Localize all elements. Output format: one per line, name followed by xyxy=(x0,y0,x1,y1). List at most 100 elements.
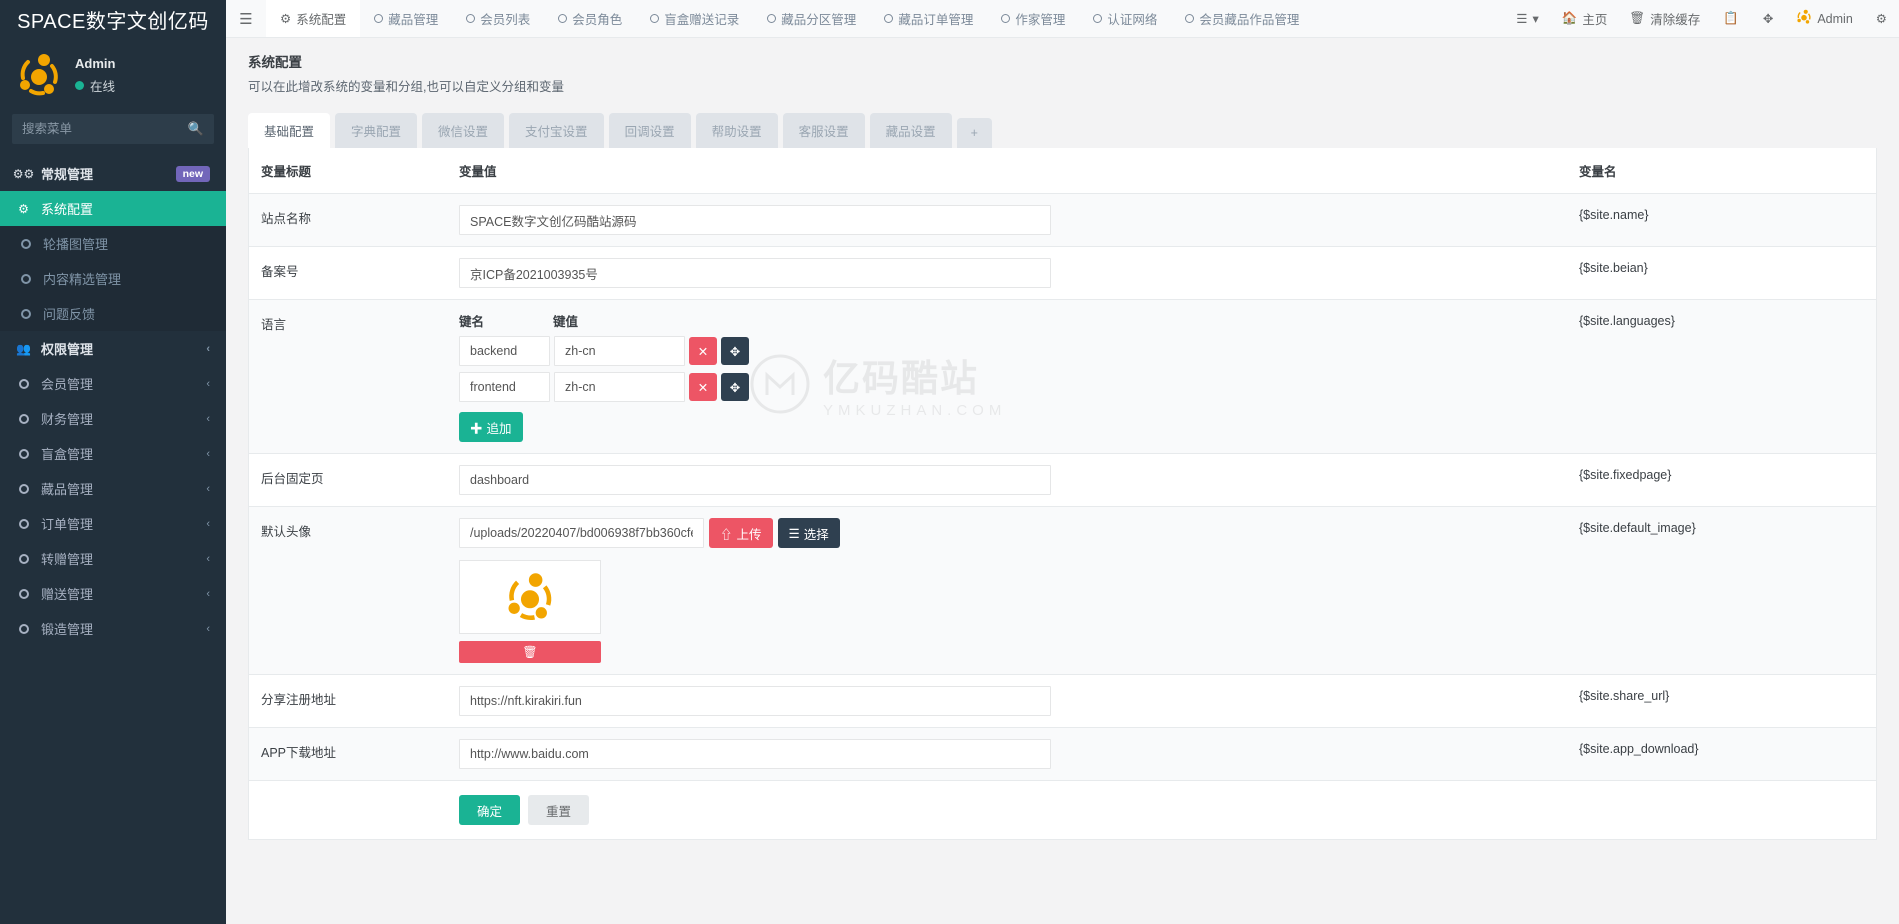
config-tab-5[interactable]: 帮助设置 xyxy=(696,113,778,148)
circle-icon xyxy=(558,12,567,26)
sidebar-item-2[interactable]: 轮播图管理 xyxy=(0,226,226,261)
topnav-tab-4[interactable]: 盲盒赠送记录 xyxy=(636,0,753,37)
page-title: 系统配置 xyxy=(248,51,1877,71)
config-table-body: 站点名称{$site.name}备案号{$site.beian}语言键名键值✕✥… xyxy=(249,194,1876,781)
search-icon[interactable]: 🔍 xyxy=(188,121,204,137)
config-value-input[interactable] xyxy=(459,258,1051,288)
topnav-tab-0[interactable]: ⚙系统配置 xyxy=(266,0,360,37)
row-label: 后台固定页 xyxy=(249,454,459,507)
keyvalue-row: ✕✥ xyxy=(459,372,1579,402)
image-delete-button[interactable]: 🗑 xyxy=(459,641,601,663)
kv-value-input[interactable] xyxy=(554,372,685,402)
sidebar-item-7[interactable]: 财务管理‹ xyxy=(0,401,226,436)
reset-button[interactable]: 重置 xyxy=(528,795,589,825)
add-keyvalue-button[interactable]: ✚追加 xyxy=(459,412,523,442)
config-tab-2[interactable]: 微信设置 xyxy=(422,113,504,148)
topnav-tab-list: ⚙系统配置 藏品管理会员列表会员角色 盲盒赠送记录藏品分区管理藏品订单管理作家管理 认… xyxy=(266,0,1504,37)
sidebar-item-6[interactable]: 会员管理‹ xyxy=(0,366,226,401)
config-tab-3[interactable]: 支付宝设置 xyxy=(509,113,604,148)
topnav-action-avatar-icon[interactable]: Admin xyxy=(1785,0,1863,37)
chevron-left-icon: ‹ xyxy=(206,553,210,565)
kv-delete-button[interactable]: ✕ xyxy=(689,337,717,365)
sidebar-item-11[interactable]: 转赠管理‹ xyxy=(0,541,226,576)
config-value-input[interactable] xyxy=(459,686,1051,716)
topnav-action-trash-icon[interactable]: 🗑清除缓存 xyxy=(1618,0,1711,37)
topnav-tab-8[interactable]: 认证网络 xyxy=(1079,0,1171,37)
table-row: 语言键名键值✕✥✕✥✚追加{$site.languages} xyxy=(249,300,1876,454)
sidebar-item-8[interactable]: 盲盒管理‹ xyxy=(0,436,226,471)
topnav-action-label: Admin xyxy=(1817,12,1852,26)
topnav-tab-1[interactable]: 藏品管理 xyxy=(360,0,452,37)
image-path-input[interactable] xyxy=(459,518,704,548)
kv-key-input[interactable] xyxy=(459,372,550,402)
circle-icon xyxy=(16,589,31,599)
circle-icon xyxy=(16,414,31,424)
topnav-tab-label: 藏品管理 xyxy=(388,9,438,28)
sidebar-item-4[interactable]: 问题反馈 xyxy=(0,296,226,331)
topnav-action-gear-icon[interactable]: ⚙ xyxy=(1864,0,1899,37)
row-label: 分享注册地址 xyxy=(249,675,459,728)
sidebar-item-12[interactable]: 赠送管理‹ xyxy=(0,576,226,611)
chevron-left-icon: ‹ xyxy=(206,518,210,530)
topnav-tab-9[interactable]: 会员藏品作品管理 xyxy=(1171,0,1313,37)
config-value-input[interactable] xyxy=(459,205,1051,235)
list-dropdown-icon: ☰ xyxy=(1516,11,1527,26)
search-input[interactable] xyxy=(22,122,188,136)
row-varname: {$site.languages} xyxy=(1579,300,1876,454)
config-value-input[interactable] xyxy=(459,465,1051,495)
sidebar-item-13[interactable]: 锻造管理‹ xyxy=(0,611,226,646)
row-value-cell xyxy=(459,247,1579,300)
sidebar-item-10[interactable]: 订单管理 ‹ xyxy=(0,506,226,541)
circle-icon xyxy=(16,449,31,459)
sidebar-item-label: 订单管理 xyxy=(41,514,196,533)
config-tab-6[interactable]: 客服设置 xyxy=(783,113,865,148)
sidebar-badge: new xyxy=(176,166,210,182)
circle-icon xyxy=(18,274,33,284)
config-tab-0[interactable]: 基础配置 xyxy=(248,113,330,148)
sidebar-item-9[interactable]: 藏品管理‹ xyxy=(0,471,226,506)
profile-name: Admin xyxy=(75,56,115,71)
kv-value-input[interactable] xyxy=(554,336,685,366)
select-button[interactable]: ☰选择 xyxy=(778,518,840,548)
topnav-tab-6[interactable]: 藏品订单管理 xyxy=(870,0,987,37)
topnav-action-fullscreen-icon[interactable]: ✥ xyxy=(1751,0,1785,37)
topnav-tab-2[interactable]: 会员列表 xyxy=(452,0,544,37)
topnav-tab-label: 认证网络 xyxy=(1107,9,1157,28)
sidebar-item-5[interactable]: 👥权限管理‹ xyxy=(0,331,226,366)
upload-button[interactable]: ⇧上传 xyxy=(709,518,773,548)
topnav-tab-label: 盲盒赠送记录 xyxy=(664,9,739,28)
row-label: 站点名称 xyxy=(249,194,459,247)
hamburger-icon[interactable]: ☰ xyxy=(226,0,266,37)
topnav-tab-5[interactable]: 藏品分区管理 xyxy=(753,0,870,37)
profile-status-label: 在线 xyxy=(90,76,115,95)
table-row: 备案号{$site.beian} xyxy=(249,247,1876,300)
sidebar-item-1[interactable]: ⚙系统配置 xyxy=(0,191,226,226)
config-value-input[interactable] xyxy=(459,739,1051,769)
topnav-action-copy-icon[interactable]: 📋 xyxy=(1711,0,1751,37)
topnav-action-label: 清除缓存 xyxy=(1650,9,1700,28)
topnav-action-home-icon[interactable]: 🏠主页 xyxy=(1551,0,1619,37)
row-varname: {$site.beian} xyxy=(1579,247,1876,300)
add-tab-button[interactable]: + xyxy=(957,118,992,148)
submit-button[interactable]: 确定 xyxy=(459,795,520,825)
config-tab-7[interactable]: 藏品设置 xyxy=(870,113,952,148)
sidebar-item-0[interactable]: ⚙⚙常规管理new xyxy=(0,156,226,191)
upload-icon: ⇧ xyxy=(720,524,733,543)
kv-key-input[interactable] xyxy=(459,336,550,366)
topnav: ☰ ⚙系统配置 藏品管理会员列表会员角色 盲盒赠送记录藏品分区管理藏品订单管理作家管… xyxy=(226,0,1899,38)
circle-icon xyxy=(16,379,31,389)
topnav-action-list-dropdown-icon[interactable]: ☰▾ xyxy=(1504,0,1551,37)
config-tab-4[interactable]: 回调设置 xyxy=(609,113,691,148)
sidebar-item-3[interactable]: 内容精选管理 xyxy=(0,261,226,296)
chevron-left-icon: ‹ xyxy=(206,483,210,495)
sidebar-item-label: 问题反馈 xyxy=(43,304,210,323)
row-varname: {$site.default_image} xyxy=(1579,507,1876,675)
kv-key-header: 键名 xyxy=(459,311,553,330)
topnav-tab-3[interactable]: 会员角色 xyxy=(544,0,636,37)
kv-drag-handle[interactable]: ✥ xyxy=(721,337,749,365)
circle-icon xyxy=(767,12,776,26)
topnav-tab-7[interactable]: 作家管理 xyxy=(987,0,1079,37)
config-tab-1[interactable]: 字典配置 xyxy=(335,113,417,148)
kv-delete-button[interactable]: ✕ xyxy=(689,373,717,401)
kv-drag-handle[interactable]: ✥ xyxy=(721,373,749,401)
